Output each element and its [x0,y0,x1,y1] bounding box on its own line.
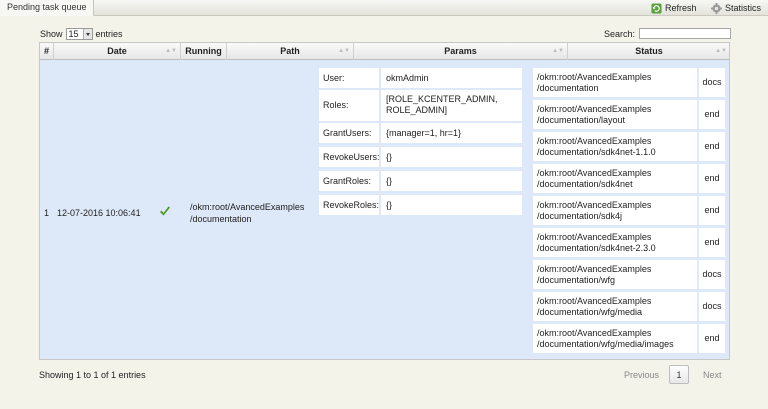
sort-icon: ▲▼ [338,48,350,54]
entries-select-value: 15 [68,29,79,39]
param-value: okmAdmin [381,68,522,88]
search-input[interactable] [639,28,732,39]
status-badge: end [699,132,725,161]
param-key: RevokeRoles: [319,195,379,215]
column-header-status[interactable]: Status ▲▼ [568,43,730,60]
param-key: GrantRoles: [319,171,379,191]
next-button[interactable]: Next [703,370,722,380]
row-path-line1: /okm:root/AvancedExamples [190,202,305,212]
top-toolbar: Pending task queue Refresh Statistics [0,0,768,16]
column-header-index[interactable]: # [40,43,54,60]
table-header: # Date ▲▼ Running Path ▲▼ Params ▲▼ Status ▲… [39,42,730,60]
status-badge: end [699,196,725,225]
chevron-down-icon [82,29,92,39]
status-path: /okm:root/AvancedExamples/documentation/… [533,100,697,129]
length-control: Show 15 entries [40,28,123,40]
status-badge: end [699,324,725,353]
entries-label: entries [95,29,123,39]
sort-icon: ▲▼ [552,48,564,54]
statistics-button[interactable]: Statistics [711,1,761,15]
page-1-button[interactable]: 1 [669,365,689,384]
param-value: {manager=1, hr=1} [381,123,522,143]
column-header-running[interactable]: Running [181,43,227,60]
row-index: 1 [44,208,50,218]
tab-label: Pending task queue [7,2,87,12]
param-key: RevokeUsers: [319,147,380,167]
column-header-params[interactable]: Params ▲▼ [354,43,568,60]
column-header-date[interactable]: Date ▲▼ [54,43,181,60]
status-path: /okm:root/AvancedExamples/documentation/… [533,260,697,289]
search-control: Search: [604,28,732,39]
refresh-icon [651,2,662,14]
column-header-path[interactable]: Path ▲▼ [227,43,354,60]
param-value: [ROLE_KCENTER_ADMIN, ROLE_ADMIN] [381,90,522,121]
entries-select[interactable]: 15 [65,28,93,40]
status-path: /okm:root/AvancedExamples/documentation/… [533,196,697,225]
search-label: Search: [604,28,636,39]
row-path: /okm:root/AvancedExamples /documentation [190,201,304,225]
check-icon [160,206,170,216]
param-key: User: [319,68,379,88]
status-path: /okm:root/AvancedExamples/documentation/… [533,324,697,353]
previous-button[interactable]: Previous [624,370,659,380]
statistics-label: Statistics [725,2,762,13]
refresh-button[interactable]: Refresh [651,1,697,15]
param-value: {} [381,147,522,167]
refresh-label: Refresh [665,2,697,13]
status-badge: end [699,228,725,257]
status-path: /okm:root/AvancedExamples/documentation/… [533,164,697,193]
status-path: /okm:root/AvancedExamples/documentation/… [533,228,697,257]
status-path: /okm:root/AvancedExamples/documentation/… [533,292,697,321]
status-badge: end [699,164,725,193]
sort-icon: ▲▼ [165,48,177,54]
status-badge: end [699,100,725,129]
table-info: Showing 1 to 1 of 1 entries [39,370,146,380]
tab-pending-task-queue[interactable]: Pending task queue [0,0,94,16]
param-value: {} [381,195,522,215]
status-badge: docs [699,260,725,289]
sort-icon: ▲▼ [715,48,727,54]
status-path: /okm:root/AvancedExamples/documentation/… [533,132,697,161]
status-badge: docs [699,68,725,97]
show-label: Show [40,29,63,39]
row-date: 12-07-2016 10:06:41 [57,208,141,218]
row-path-line2: /documentation [190,214,252,224]
gear-icon [711,2,722,14]
param-value: {} [381,171,522,191]
param-key: GrantUsers: [319,123,379,143]
status-badge: docs [699,292,725,321]
param-key: Roles: [319,90,379,121]
status-path: /okm:root/AvancedExamples/documentation [533,68,697,97]
